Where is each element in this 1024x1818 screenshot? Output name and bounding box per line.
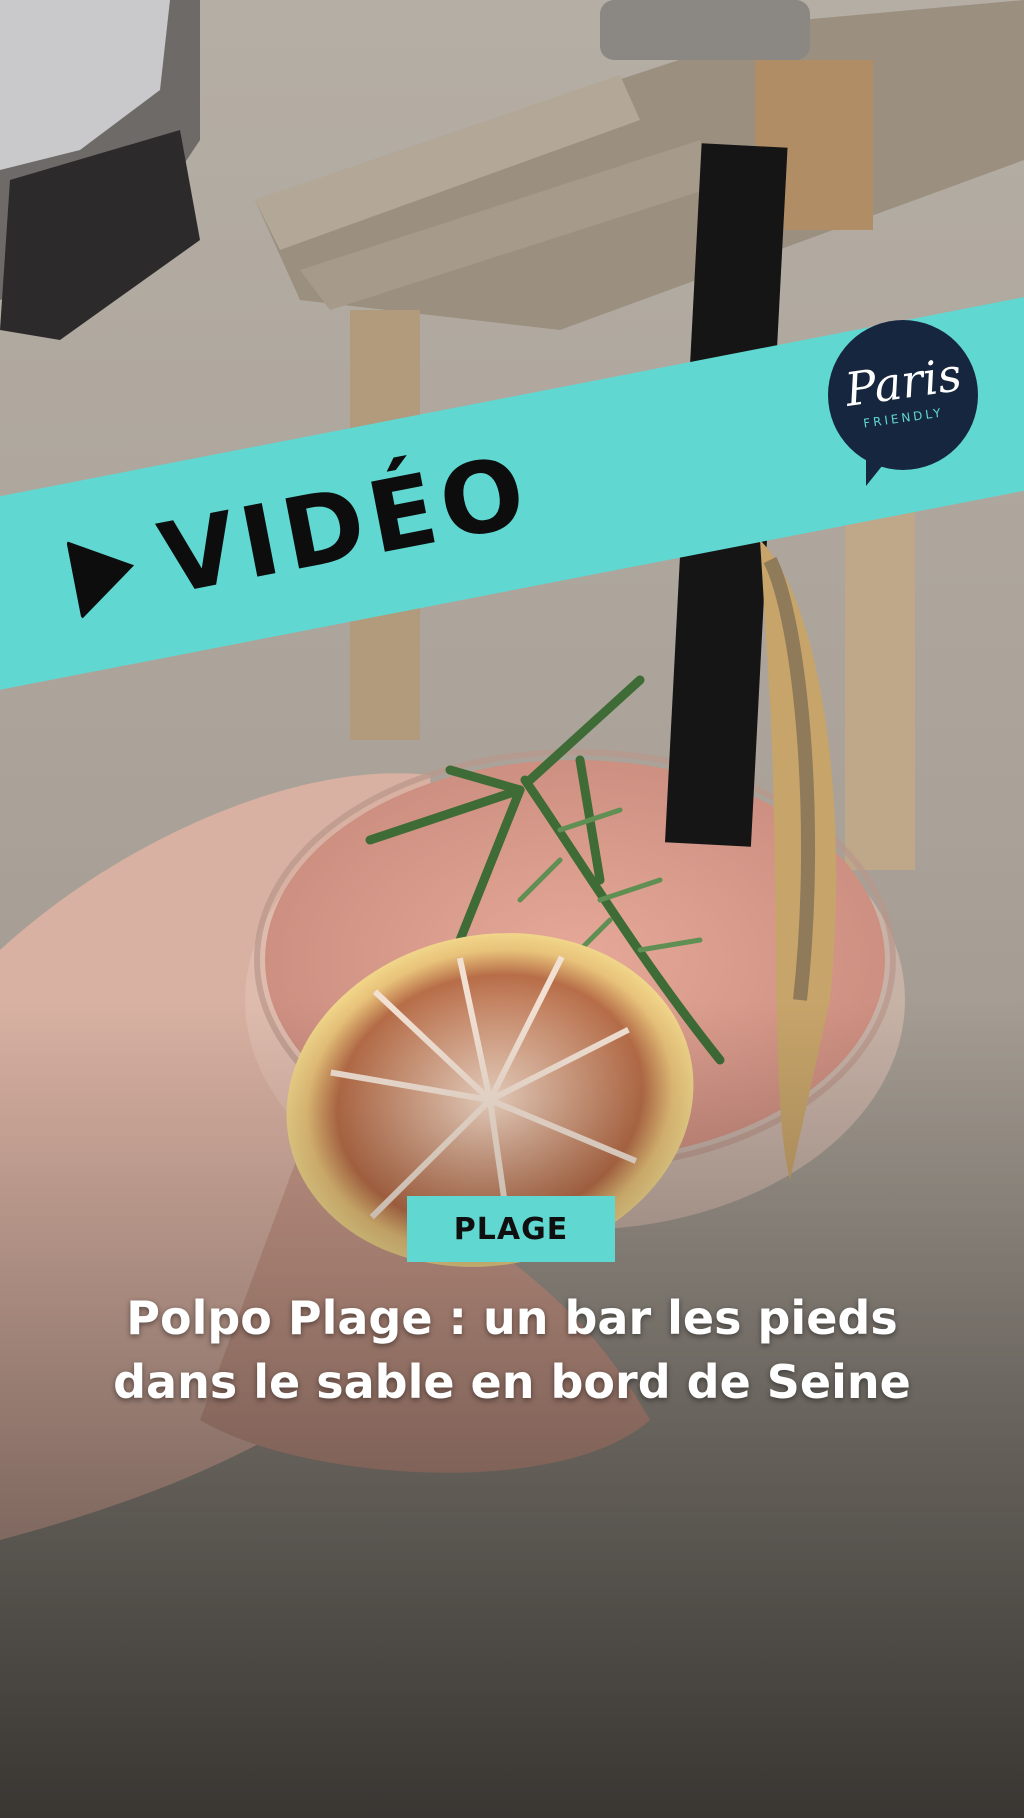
article-title-line-2: dans le sable en bord de Seine (113, 1355, 911, 1409)
video-label: VIDÉO (151, 434, 540, 618)
article-title[interactable]: Polpo Plage : un bar les pieds dans le s… (40, 1286, 984, 1414)
paris-friendly-logo: Paris FRIENDLY (828, 320, 978, 486)
play-icon[interactable] (66, 526, 142, 620)
category-label: PLAGE (453, 1211, 569, 1247)
logo-main-text: Paris (841, 347, 965, 417)
category-badge[interactable]: PLAGE (407, 1196, 615, 1262)
article-title-line-1: Polpo Plage : un bar les pieds (126, 1291, 898, 1345)
background-photo (0, 0, 1024, 1818)
